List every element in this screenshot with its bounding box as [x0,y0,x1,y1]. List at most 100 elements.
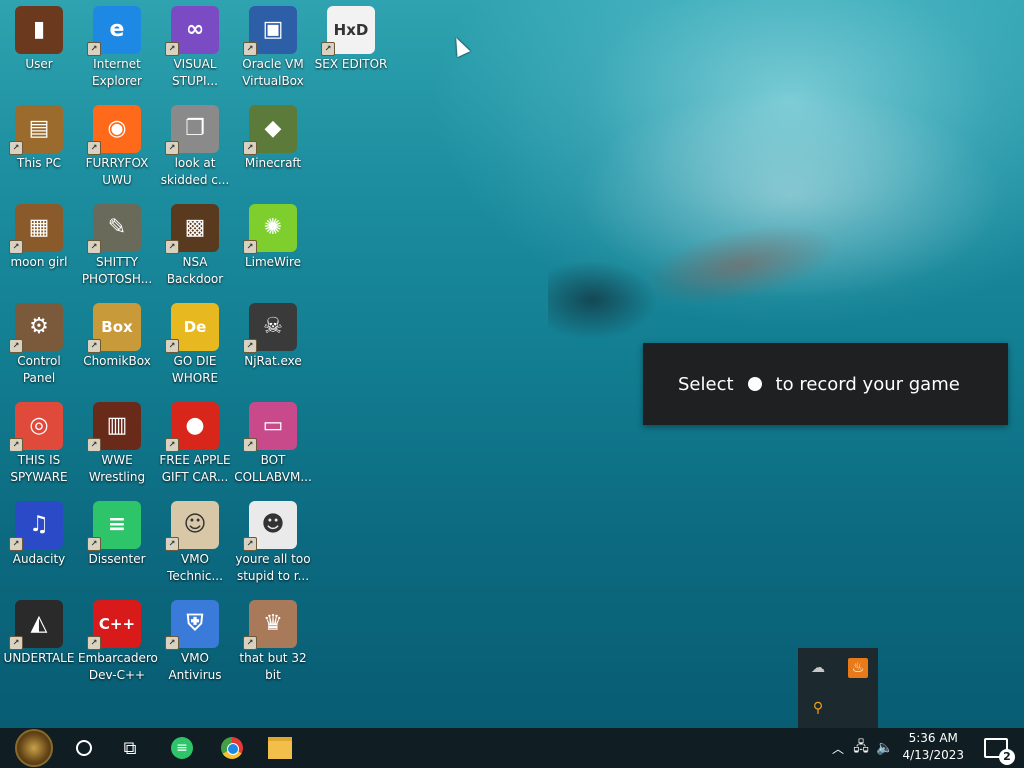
tray-overflow-flyout: ☁ ♨ ⚲ [798,648,878,728]
desktop-icon[interactable]: ⛨ ↗ VMO Antivirus [156,594,234,684]
shortcut-arrow-icon: ↗ [165,141,179,155]
desktop-icon-label: SEX EDITOR [314,57,388,71]
shortcut-arrow-icon: ↗ [9,537,23,551]
desktop-icon-image: ● ↗ [165,402,219,452]
network-status[interactable]: 🖧 [850,728,872,768]
cortana-button[interactable] [64,728,104,768]
cortana-circle-icon [76,740,92,756]
desktop-icon[interactable]: HxD ↗ SEX EDITOR [312,0,390,73]
desktop-icon[interactable]: ✺ ↗ LimeWire [234,198,312,271]
network-icon: 🖧 [853,739,869,755]
shortcut-arrow-icon: ↗ [243,339,257,353]
desktop-icon-label: Oracle VM VirtualBox [242,57,304,88]
volume-status[interactable]: 🔈 [874,728,896,768]
shortcut-arrow-icon: ↗ [321,42,335,56]
desktop-icon-image: ✺ ↗ [243,204,297,254]
desktop-icon[interactable]: ▩ ↗ NSA Backdoor [156,198,234,288]
desktop-icon-label: GO DIE WHORE [171,354,219,385]
chrome-icon [221,737,243,759]
desktop-icon[interactable]: C++ ↗ Embarcadero Dev-C++ [78,594,158,684]
desktop-icon[interactable]: ◉ ↗ FURRYFOX UWU [78,99,156,189]
shortcut-arrow-icon: ↗ [243,438,257,452]
search-tray-icon[interactable]: ⚲ [808,698,828,718]
desktop-icon[interactable]: ◆ ↗ Minecraft [234,99,312,172]
desktop-icon[interactable]: ● ↗ FREE APPLE GIFT CAR... [156,396,234,486]
desktop-icon-image: ▦ ↗ [9,204,63,254]
desktop-icon[interactable]: ▥ ↗ WWE Wrestling [78,396,156,486]
desktop-icon-label: NSA Backdoor [166,255,224,286]
shortcut-arrow-icon: ↗ [87,240,101,254]
desktop-icon-label: FURRYFOX UWU [85,156,149,187]
desktop-icon[interactable]: e ↗ Internet Explorer [78,0,156,90]
desktop-icon-label: VMO Technic... [167,552,223,583]
shortcut-arrow-icon: ↗ [87,438,101,452]
desktop-icon[interactable]: ▮ User [0,0,78,73]
desktop-icon[interactable]: ⚙ ↗ Control Panel [0,297,78,387]
desktop-icon-label: BOT COLLABVM... [234,453,312,484]
shortcut-arrow-icon: ↗ [87,141,101,155]
shortcut-arrow-icon: ↗ [243,240,257,254]
desktop-icon[interactable]: ▦ ↗ moon girl [0,198,78,271]
taskbar-clock[interactable]: 5:36 AM 4/13/2023 [902,730,964,764]
action-center-button[interactable]: 2 [978,728,1015,768]
desktop-icon-label: Audacity [12,552,66,566]
clock-date: 4/13/2023 [902,748,964,762]
shortcut-arrow-icon: ↗ [165,438,179,452]
desktop-icon[interactable]: ✎ ↗ SHITTY PHOTOSH... [78,198,156,288]
desktop-icon[interactable]: De ↗ GO DIE WHORE [156,297,234,387]
cloud-off-icon[interactable]: ☁ [808,658,828,678]
desktop-icon-image: ▭ ↗ [243,402,297,452]
desktop-icon-image: ◉ ↗ [87,105,141,155]
shortcut-arrow-icon: ↗ [87,636,101,650]
start-button[interactable] [8,728,60,768]
desktop-icon[interactable]: ≡ ↗ Dissenter [78,495,156,568]
taskbar-dissenter[interactable]: ≡ [160,728,204,768]
desktop-icon-image: ▣ ↗ [243,6,297,56]
java-icon[interactable]: ♨ [848,658,868,678]
desktop-icon-label: that but 32 bit [239,651,307,682]
desktop-icon[interactable]: Box ↗ ChomikBox [78,297,156,370]
desktop-icon-image: ≡ ↗ [87,501,141,551]
folder-icon [268,737,292,759]
desktop-icon-label: VISUAL STUPI... [172,57,218,88]
desktop-icon[interactable]: ❐ ↗ look at skidded c... [156,99,234,189]
desktop-icon[interactable]: ♫ ↗ Audacity [0,495,78,568]
wallpaper-diver [548,260,658,340]
desktop-icon-image: ☠ ↗ [243,303,297,353]
desktop-icon-label: User [25,57,53,71]
desktop-icon-label: VMO Antivirus [168,651,222,682]
volume-muted-icon: 🔈 [876,740,894,756]
desktop-icon-image: ◭ ↗ [9,600,63,650]
desktop-icon[interactable]: ∞ ↗ VISUAL STUPI... [156,0,234,90]
task-view-button[interactable]: ⧉ [110,728,150,768]
desktop-icon-label: LimeWire [244,255,302,269]
desktop-icon-image: ☺ ↗ [165,501,219,551]
taskbar-file-explorer[interactable] [258,728,302,768]
desktop-icon[interactable]: ◎ ↗ THIS IS SPYWARE [0,396,78,486]
shortcut-arrow-icon: ↗ [165,42,179,56]
desktop-icon-image: ∞ ↗ [165,6,219,56]
desktop-icon-label: UNDERTALE [3,651,75,665]
desktop-icon-image: ♛ ↗ [243,600,297,650]
desktop-icon-image: Box ↗ [87,303,141,353]
desktop-icon[interactable]: ◭ ↗ UNDERTALE [0,594,78,667]
desktop-icon[interactable]: ☺ ↗ VMO Technic... [156,495,234,585]
desktop-icon-image: ▥ ↗ [87,402,141,452]
desktop-icon-label: Control Panel [17,354,61,385]
taskbar-chrome[interactable] [210,728,254,768]
desktop-icon-image: ☻ ↗ [243,501,297,551]
desktop-icon-image: De ↗ [165,303,219,353]
desktop-icon-image: ◆ ↗ [243,105,297,155]
show-hidden-icons-button[interactable]: ︿ [828,728,848,768]
desktop-icon[interactable]: ▣ ↗ Oracle VM VirtualBox [234,0,312,90]
desktop-icon[interactable]: ▭ ↗ BOT COLLABVM... [234,396,312,486]
desktop-icon-label: Embarcadero Dev-C++ [78,651,158,682]
shortcut-arrow-icon: ↗ [9,240,23,254]
shortcut-arrow-icon: ↗ [243,141,257,155]
desktop-icon[interactable]: ☻ ↗ youre all too stupid to r... [234,495,312,585]
desktop-icon[interactable]: ♛ ↗ that but 32 bit [234,594,312,684]
shortcut-arrow-icon: ↗ [87,42,101,56]
shortcut-arrow-icon: ↗ [165,636,179,650]
desktop-icon[interactable]: ▤ ↗ This PC [0,99,78,172]
desktop-icon[interactable]: ☠ ↗ NjRat.exe [234,297,312,370]
